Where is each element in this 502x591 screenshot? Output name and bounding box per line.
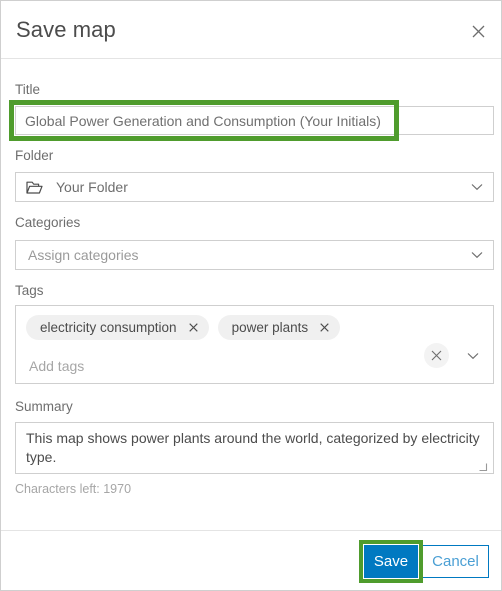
page-title: Save map — [16, 17, 116, 42]
close-button[interactable] — [464, 17, 492, 45]
categories-field-label: Categories — [15, 215, 81, 230]
dialog-footer: Save Cancel — [1, 530, 501, 590]
summary-field-label: Summary — [15, 399, 73, 414]
tag-chip[interactable]: power plants — [217, 315, 341, 340]
folder-icon — [26, 178, 44, 196]
tags-field[interactable]: electricity consumption power plants — [15, 305, 494, 384]
folder-field-label: Folder — [15, 148, 54, 163]
tag-chip-list: electricity consumption power plants — [26, 315, 341, 340]
categories-placeholder: Assign categories — [28, 247, 139, 263]
folder-select[interactable]: Your Folder — [15, 172, 494, 202]
dialog-body: Title Folder Your Folder Categories — [1, 60, 501, 531]
cancel-button[interactable]: Cancel — [422, 545, 489, 578]
title-input[interactable] — [15, 106, 494, 135]
save-button[interactable]: Save — [364, 545, 418, 578]
close-icon — [431, 348, 442, 364]
close-icon — [472, 25, 485, 38]
tags-dropdown-toggle[interactable] — [465, 347, 481, 363]
characters-left-text: Characters left: 1970 — [15, 482, 132, 496]
chevron-down-icon — [470, 180, 484, 194]
title-field-label: Title — [15, 82, 41, 97]
tag-remove-button[interactable] — [317, 320, 332, 335]
summary-textarea[interactable] — [15, 422, 494, 474]
tag-chip[interactable]: electricity consumption — [26, 315, 209, 340]
chevron-down-icon — [470, 248, 484, 262]
tag-chip-label: power plants — [231, 320, 309, 335]
categories-select[interactable]: Assign categories — [15, 240, 494, 270]
dialog-header: Save map — [1, 1, 501, 59]
chevron-down-icon — [467, 347, 479, 363]
folder-value: Your Folder — [56, 179, 128, 195]
tag-remove-button[interactable] — [186, 320, 201, 335]
tags-input[interactable] — [27, 357, 361, 375]
tag-chip-label: electricity consumption — [40, 320, 177, 335]
tags-clear-all-button[interactable] — [424, 343, 449, 368]
save-map-dialog: Save map Title Folder Your Fol — [0, 0, 502, 591]
title-field-wrapper — [15, 106, 494, 135]
tags-field-label: Tags — [15, 283, 44, 298]
